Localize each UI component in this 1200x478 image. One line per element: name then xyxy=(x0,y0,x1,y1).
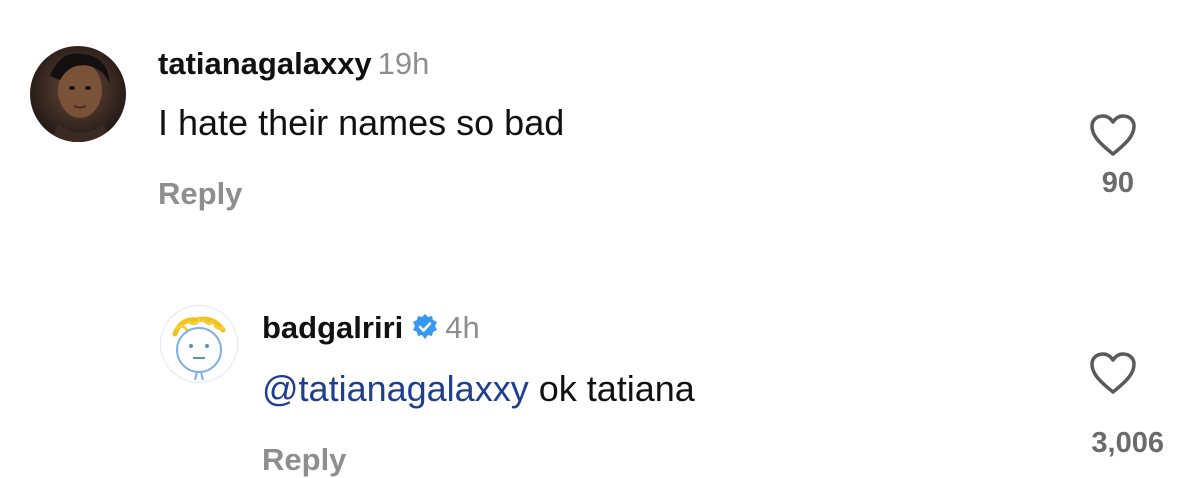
timestamp: 4h xyxy=(445,310,480,345)
timestamp: 19h xyxy=(377,46,430,81)
like-count: 3,006 xyxy=(1091,427,1164,459)
comment-text: I hate their names so bad xyxy=(158,102,564,144)
reply-button[interactable]: Reply xyxy=(158,176,242,212)
heart-outline-icon xyxy=(1090,114,1136,156)
like-button[interactable] xyxy=(1088,350,1138,396)
like-button[interactable] xyxy=(1088,112,1138,158)
comment-text: @tatianagalaxxy ok tatiana xyxy=(262,368,695,410)
comment-header: badgalriri 4h xyxy=(262,310,480,349)
avatar[interactable] xyxy=(160,305,238,383)
mention-link[interactable]: @tatianagalaxxy xyxy=(262,368,529,409)
reply-button[interactable]: Reply xyxy=(262,442,346,478)
profile-drawing-icon xyxy=(161,306,237,382)
avatar[interactable] xyxy=(30,46,126,142)
like-count: 90 xyxy=(1101,167,1134,199)
heart-outline-icon xyxy=(1090,352,1136,394)
comment-header: tatianagalaxxy 19h xyxy=(158,46,429,82)
verified-badge-icon xyxy=(411,313,439,349)
comment-body: I hate their names so bad xyxy=(158,102,565,143)
username[interactable]: tatianagalaxxy xyxy=(158,46,372,81)
profile-photo-icon xyxy=(30,46,126,142)
comment-body: ok tatiana xyxy=(528,368,695,409)
username[interactable]: badgalriri xyxy=(262,310,403,345)
